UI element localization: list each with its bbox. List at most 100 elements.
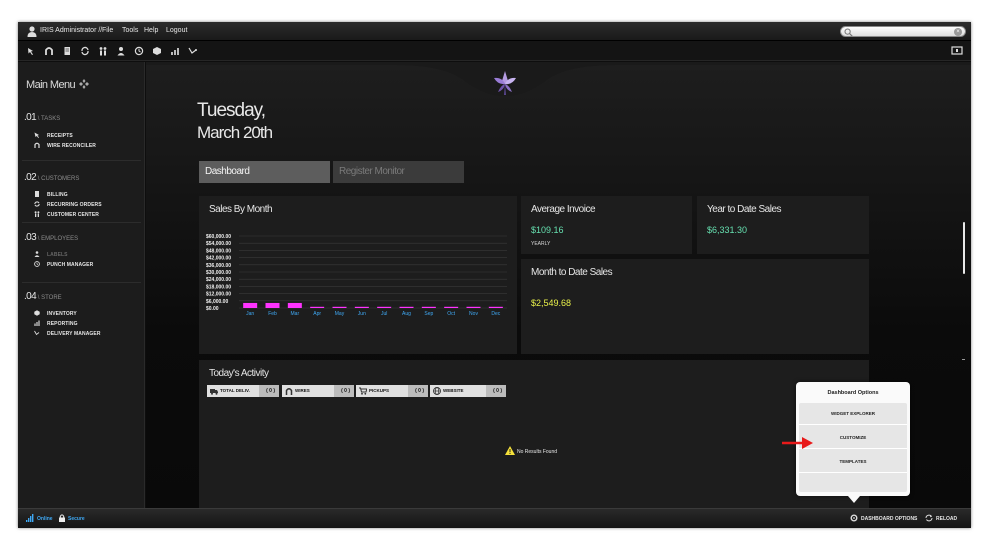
divider <box>22 160 141 161</box>
clock-icon <box>34 261 40 267</box>
activity-count: ( 0 ) <box>334 385 354 397</box>
dashboard-options-button[interactable]: DASHBOARD OPTIONS <box>861 516 917 522</box>
activity-count: ( 0 ) <box>408 385 428 397</box>
toolbar <box>18 41 971 61</box>
chart-y-tick-label: $54,000.00 <box>206 241 231 247</box>
tab-register-monitor[interactable]: Register Monitor <box>333 161 464 183</box>
user-name: IRIS Administrator // <box>40 27 103 34</box>
globe-icon <box>433 387 441 395</box>
punch-clock-icon[interactable] <box>134 46 144 56</box>
search-icon <box>844 28 853 37</box>
sidebar-item-label: PUNCH MANAGER <box>47 262 94 268</box>
box-icon <box>34 310 40 316</box>
reload-icon[interactable] <box>925 514 933 522</box>
chart-y-tick-label: $30,000.00 <box>206 270 231 276</box>
activity-count: ( 0 ) <box>486 385 506 397</box>
activity-website[interactable]: WEBSITE ( 0 ) <box>430 385 506 397</box>
receipts-cursor-icon[interactable] <box>26 46 36 56</box>
sidebar-item-label: INVENTORY <box>47 311 77 317</box>
section-tasks[interactable]: .01 \ TASKS <box>24 112 60 123</box>
sidebar-item-receipts[interactable]: RECEIPTS <box>34 132 73 139</box>
delivery-icon[interactable] <box>188 46 198 56</box>
signal-icon <box>26 514 34 522</box>
activity-total-deliveries[interactable]: TOTAL DELIV. ( 0 ) <box>207 385 279 397</box>
monitor-icon[interactable] <box>951 46 963 56</box>
gear-icon[interactable] <box>850 514 858 522</box>
chart-x-tick-label: Oct <box>447 311 455 317</box>
chart-bar[interactable] <box>399 306 414 308</box>
date-title: March 20th <box>197 123 273 142</box>
customize-button[interactable]: CUSTOMIZE <box>799 427 907 449</box>
sidebar-item-punch-manager[interactable]: PUNCH MANAGER <box>34 261 93 268</box>
sidebar-item-label: BILLING <box>47 192 68 198</box>
section-employees[interactable]: .03 \ EMPLOYEES <box>24 232 78 243</box>
chart-bar[interactable] <box>466 306 481 308</box>
chart-bar[interactable] <box>488 306 503 308</box>
sales-chart: $60,000.00$54,000.00$48,000.00 $42,000.00… <box>206 234 507 317</box>
lock-icon <box>59 514 65 522</box>
diamonds-icon <box>79 79 90 89</box>
menu-file[interactable]: File <box>102 27 113 34</box>
menu-help[interactable]: Help <box>144 27 158 34</box>
search-box[interactable]: × <box>840 26 966 37</box>
tab-dashboard[interactable]: Dashboard <box>199 161 330 183</box>
activity-label: PICKUPS <box>369 388 390 393</box>
clear-search-icon[interactable]: × <box>954 28 962 36</box>
section-store[interactable]: .04 \ STORE <box>24 291 62 302</box>
widget-explorer-button[interactable]: WIDGET EXPLORER <box>799 403 907 425</box>
reporting-chart-icon[interactable] <box>170 46 180 56</box>
sidebar-item-wire-reconciler[interactable]: WIRE RECONCILER <box>34 142 96 149</box>
chart-x-tick-label: Mar <box>291 311 300 317</box>
chart-bar[interactable] <box>444 306 459 308</box>
divider <box>22 282 141 283</box>
chart-bar[interactable] <box>377 306 392 308</box>
employee-icon[interactable] <box>116 46 126 56</box>
section-customers[interactable]: .02 \ CUSTOMERS <box>24 172 79 183</box>
chart-y-tick-label: $6,000.00 <box>206 299 228 305</box>
customer-center-icon[interactable] <box>98 46 108 56</box>
chart-bar[interactable] <box>287 302 302 308</box>
main-menu-title[interactable]: Main Menu <box>26 79 90 91</box>
sidebar-item-recurring-orders[interactable]: RECURRING ORDERS <box>34 201 102 208</box>
sidebar-item-billing[interactable]: BILLING <box>34 191 68 198</box>
chart-bar[interactable] <box>310 306 325 308</box>
chart-x-tick-label: Jul <box>381 311 387 317</box>
no-results-message: No Results Found <box>505 446 557 455</box>
popup-title: Dashboard Options <box>827 390 879 396</box>
reload-button[interactable]: RELOAD <box>936 516 957 522</box>
sidebar-item-label: DELIVERY MANAGER <box>47 331 101 337</box>
billing-document-icon[interactable] <box>62 46 72 56</box>
chart-bar[interactable] <box>421 306 436 308</box>
wire-horseshoe-icon[interactable] <box>44 46 54 56</box>
chart-y-tick-label: $18,000.00 <box>206 284 231 290</box>
chart-x-tick-label: Nov <box>469 311 478 317</box>
red-arrow-annotation-icon <box>782 437 813 449</box>
cursor-icon <box>34 132 39 138</box>
scrollbar[interactable] <box>963 222 965 274</box>
chart-bar[interactable] <box>243 302 258 308</box>
scrollbar-marker <box>962 359 965 360</box>
chart-bar[interactable] <box>265 302 280 308</box>
ytd-sales-panel: Year to Date Sales $6,331.30 <box>697 196 869 254</box>
recurring-orders-icon[interactable] <box>80 46 90 56</box>
sidebar-item-delivery-manager[interactable]: DELIVERY MANAGER <box>34 330 101 337</box>
search-input[interactable] <box>854 27 952 36</box>
templates-button[interactable]: TEMPLATES <box>799 451 907 473</box>
menu-tools[interactable]: Tools <box>122 27 138 34</box>
activity-wires[interactable]: WIRES ( 0 ) <box>282 385 354 397</box>
activity-pickups[interactable]: PICKUPS ( 0 ) <box>356 385 428 397</box>
inventory-box-icon[interactable] <box>152 46 162 56</box>
warning-icon <box>505 446 515 455</box>
sidebar-item-inventory[interactable]: INVENTORY <box>34 310 77 317</box>
sidebar-item-reporting[interactable]: REPORTING <box>34 320 78 327</box>
mtd-sales-value: $2,549.68 <box>531 298 572 308</box>
chart-x-tick-label: Jan <box>246 311 254 317</box>
chart-bar[interactable] <box>354 306 369 308</box>
ytd-sales-value: $6,331.30 <box>707 225 748 235</box>
chart-bar[interactable] <box>332 306 347 308</box>
chart-y-tick-label: $12,000.00 <box>206 292 231 298</box>
menu-logout[interactable]: Logout <box>166 27 187 34</box>
truck-icon <box>210 389 218 395</box>
sidebar-item-labels[interactable]: LABELS <box>34 251 68 258</box>
sidebar-item-customer-center[interactable]: CUSTOMER CENTER <box>34 211 99 218</box>
